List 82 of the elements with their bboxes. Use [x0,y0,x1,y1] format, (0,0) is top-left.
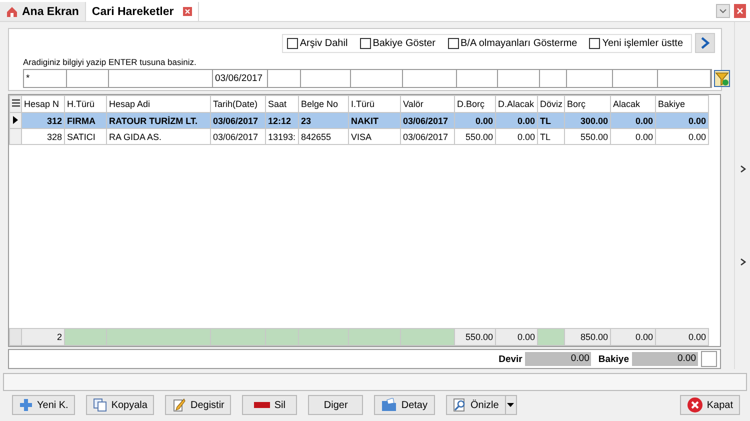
table-cell: 0.00 [517,132,535,142]
table-cell: 0.00 [475,116,493,126]
toolbar-button[interactable]: Detay [374,395,434,415]
table-cell: 0.00 [688,116,706,126]
table-cell: NAKIT [351,116,378,126]
table-cell: RATOUR TURİZM LT. [109,116,198,126]
plus-icon [19,398,33,412]
table-cell: TL [540,116,551,126]
table-cell: 03/06/2017 [403,132,448,142]
dropdown-icon[interactable] [716,4,730,18]
checkbox[interactable] [360,38,371,48]
table-row[interactable]: 328 SATICI RA GIDA AS. 03/06/2017 13193: 842655 VISA 03/06/2017 550.00 0.00 TL 550.00 0.00 0.00 [10,128,708,144]
table-cell: 03/06/2017 [213,116,258,126]
total-cell: 850.00 [564,328,610,346]
caret-icon [507,403,514,407]
next-button[interactable] [695,33,715,53]
total-cell: 550.00 [454,328,496,346]
table-cell: 0.00 [517,116,535,126]
checkbox-label[interactable]: Bakiye Göster [372,38,436,48]
search-hint: Aradiginiz bilgiyi yazip ENTER tusuna basiniz. [23,57,198,67]
funnel-icon [715,72,729,86]
checkbox-label[interactable]: B/A olmayanları Gösterme [460,38,578,48]
copy-icon [93,398,108,412]
summary-value: 0.00 [632,352,698,366]
table-cell: 03/06/2017 [213,132,258,142]
toolbar-button[interactable]: Yeni K. [12,395,76,415]
total-cell: 0.00 [496,328,538,346]
checkbox-label[interactable]: Yeni işlemler üstte [602,38,683,48]
checkbox[interactable] [286,38,298,48]
summary-label: Bakiye [598,354,629,364]
house-icon [6,6,18,18]
checkbox[interactable] [448,38,458,48]
tab[interactable]: Ana Ekran [0,2,86,21]
magnifier-icon [452,398,466,412]
table-cell: 0.00 [635,132,653,142]
chevron-right-icon [700,37,710,49]
filter-field[interactable]: * [24,70,67,87]
toolbar-button[interactable]: Diger [308,395,364,415]
table-cell: 312 [46,116,62,126]
toolbar-button[interactable]: Kopyala [86,395,154,415]
table-cell: 03/06/2017 [403,116,448,126]
arrow-right-icon[interactable] [740,258,746,266]
table-cell: SATICI [67,132,96,142]
dropdown-button[interactable] [506,395,517,415]
table-cell: TL [540,132,551,142]
column-header[interactable]: Hesap Adi [106,96,210,112]
toolbar-button[interactable]: Degistir [165,395,232,415]
arrow-right-icon[interactable] [740,164,746,173]
folder-icon [381,398,398,412]
close-tab-icon[interactable] [182,7,192,16]
checkbox[interactable] [589,38,600,48]
checkbox-label[interactable]: Arşiv Dahil [300,38,348,48]
toolbar-button[interactable]: Önizle [446,395,506,415]
minus-icon [254,402,270,408]
summary-value: 0.00 [525,352,592,366]
table-cell: 13193: [268,132,296,142]
table-cell: 0.00 [635,116,653,126]
table-cell: FIRMA [67,116,96,126]
total-cell: 0.00 [656,328,708,346]
total-cell: 2 [22,328,64,346]
row-pointer-icon [13,116,18,124]
table-cell: 23 [301,116,312,126]
filter-button[interactable] [714,70,730,87]
filter-field[interactable]: 03/06/2017 [213,70,268,87]
close-icon[interactable] [734,4,746,18]
table-row[interactable]: 312 FIRMA RATOUR TURİZM LT. 03/06/2017 12:12 23 NAKIT 03/06/2017 0.00 0.00 TL 300.00 0.00 0.00 [10,112,708,128]
total-cell: 0.00 [610,328,656,346]
close-button[interactable]: Kapat [680,395,740,415]
menu-icon[interactable] [12,99,20,107]
table-cell: 550.00 [580,132,608,142]
table-cell: 12:12 [268,116,292,126]
pencil-icon [172,398,186,412]
summary-label: Devir [498,354,522,364]
table-cell: 328 [46,132,62,142]
table-cell: 300.00 [580,116,608,126]
toolbar-button[interactable]: Sil [242,395,298,415]
table-cell: 550.00 [465,132,493,142]
table-cell: 0.00 [688,132,706,142]
table-cell: 842655 [301,132,332,142]
table-cell: VISA [351,132,372,142]
close-icon [686,397,703,413]
table-cell: RA GIDA AS. [109,132,162,142]
